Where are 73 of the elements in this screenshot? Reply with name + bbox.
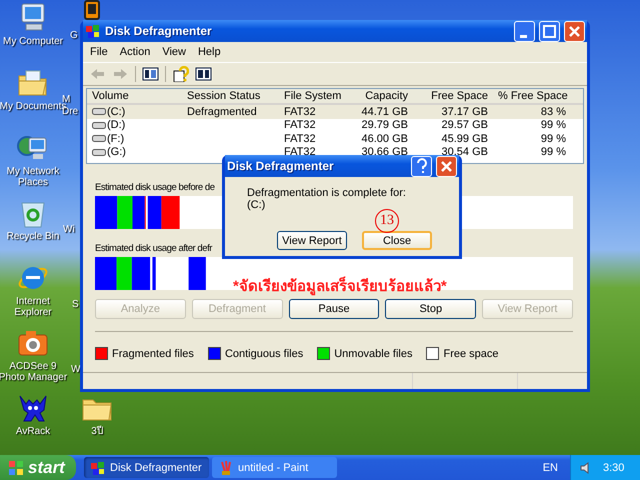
table-cell: (D:) [107, 119, 126, 132]
drive-icon [92, 107, 106, 116]
table-cell-text: FAT32 [283, 132, 317, 145]
menu-item[interactable]: Action [114, 46, 156, 58]
usage-label: Estimated disk usage before de [95, 182, 215, 194]
table-cell-text: 29.57 GB [440, 119, 489, 132]
table-cell: (G:) [107, 146, 126, 158]
menu-item[interactable]: File [85, 46, 113, 58]
menu-item[interactable]: View [157, 46, 191, 58]
column-header[interactable]: % Free Space [493, 90, 571, 102]
window-title: Disk Defragmenter [227, 159, 335, 173]
table-cell-text: 99 % [540, 132, 567, 145]
table-cell-text: 99 % [540, 119, 567, 132]
start-button[interactable]: start [0, 455, 76, 480]
desktop-icon-label[interactable]: S [72, 299, 79, 311]
table-row[interactable]: (C:) Defragmented FAT32 44.71 GB 37.17 GB 83 % [87, 105, 583, 118]
pane-icon[interactable] [195, 66, 212, 82]
desktop-icon-label[interactable]: G [70, 30, 78, 42]
action-button[interactable]: Stop [385, 299, 476, 319]
table-cell-text: 29.79 GB [360, 119, 409, 132]
window-title: Disk Defragmenter [105, 24, 213, 38]
desktop-icon-label[interactable]: Internet Explorer [0, 296, 68, 318]
table-cell-text: 99 % [540, 146, 567, 158]
column-header[interactable]: File System [279, 90, 349, 102]
legend-label: Free space [443, 348, 499, 360]
drive-icon [92, 120, 106, 130]
legend-label: Fragmented files [112, 348, 194, 360]
windows-logo-icon[interactable] [8, 460, 24, 476]
clock: 3:30 [603, 462, 624, 474]
table-cell-text: 83 % [540, 106, 567, 118]
taskbar-button[interactable]: untitled - Paint [212, 457, 337, 478]
desktop-icon-label[interactable]: 3ปี [91, 426, 103, 437]
table-cell: (F:) [107, 132, 124, 145]
table-cell-text: FAT32 [283, 119, 317, 132]
desktop-icon-label[interactable]: AvRack [16, 426, 50, 437]
column-header[interactable]: Free Space [413, 90, 493, 102]
drive-icon [92, 134, 106, 144]
annotation-caption: *จัดเรียงข้อมูลเสร็จเรียบร้อยแล้ว* [233, 276, 447, 298]
table-row[interactable]: (F:) FAT32 46.00 GB 45.99 GB 99 % [87, 132, 583, 146]
table-cell-text: FAT32 [283, 146, 317, 158]
app-icon[interactable] [90, 460, 106, 476]
table-cell-text: 37.17 GB [440, 106, 489, 118]
language-indicator[interactable]: EN [542, 462, 558, 474]
column-header[interactable]: Volume [87, 90, 182, 102]
table-cell: (C:) [107, 106, 126, 118]
table-cell-text: 30.66 GB [360, 146, 409, 158]
table-cell-text: 44.71 GB [360, 106, 409, 118]
usage-label: Estimated disk usage after defr [95, 243, 212, 255]
table-cell-text: FAT32 [283, 106, 317, 118]
panel-icon[interactable] [142, 66, 159, 82]
column-header[interactable]: Session Status [182, 90, 279, 102]
desktop-icon-label[interactable]: My Computer [2, 36, 63, 47]
dialog-message: Defragmentation is complete for: (C:) [247, 187, 407, 211]
table-cell-text: 45.99 GB [440, 132, 489, 145]
drive-icon [92, 148, 106, 157]
app-icon [85, 23, 101, 39]
table-row[interactable]: (D:) FAT32 29.79 GB 29.57 GB 99 % [87, 118, 583, 132]
app-icon[interactable] [84, 0, 100, 20]
column-header[interactable]: Capacity [349, 90, 413, 102]
dialog-button[interactable]: Close [362, 231, 432, 250]
help-page-icon[interactable] [172, 66, 189, 82]
desktop-icon-label[interactable]: ACDSee 9 Photo Manager [0, 361, 68, 383]
table-cell-text: 46.00 GB [360, 132, 409, 145]
action-button[interactable]: Pause [288, 299, 380, 319]
dialog-button[interactable]: View Report [277, 231, 347, 250]
table-cell-text: Defragmented [186, 106, 258, 118]
desktop-icon-label[interactable]: My Network Places [0, 166, 68, 188]
legend-label: Unmovable files [334, 348, 412, 360]
taskbar-button[interactable]: Disk Defragmenter [84, 457, 209, 478]
legend-label: Contiguous files [224, 348, 304, 360]
menu-item[interactable]: Help [192, 46, 226, 58]
desktop-icon-label[interactable]: W [71, 364, 80, 376]
step-number: 13 [375, 209, 399, 233]
